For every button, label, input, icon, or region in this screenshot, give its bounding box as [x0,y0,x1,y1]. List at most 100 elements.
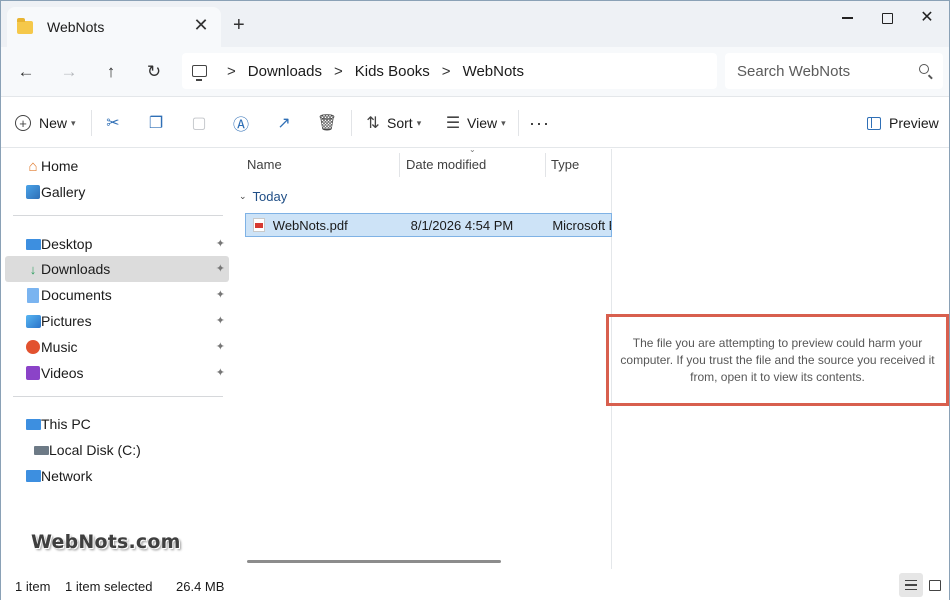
chevron-down-icon: ▾ [501,117,506,128]
rename-icon: Ⓐ [232,117,249,134]
pin-icon[interactable]: ✦ [216,237,225,250]
pin-icon[interactable]: ✦ [216,340,225,353]
chevron-down-icon: ▾ [416,117,422,128]
chevron-right-icon[interactable]: > [442,63,451,80]
new-button[interactable]: + New ▾ [15,111,76,135]
breadcrumb-webnots[interactable]: WebNots [463,63,524,80]
downloads-icon: ↓ [29,261,37,277]
group-label: Today [252,189,288,204]
column-header-label: Date modified [406,156,487,172]
documents-icon [25,287,41,303]
pin-icon[interactable]: ✦ [216,288,225,301]
horizontal-scrollbar[interactable] [247,560,501,563]
minimize-icon [841,17,853,19]
view-list-icon: ☰ [445,115,461,132]
sidebar-item-label: This PC [41,416,91,432]
more-options-button[interactable]: ··· [529,111,550,135]
share-icon: ↗ [277,115,291,132]
sidebar-item-label: Desktop [41,236,93,252]
column-divider[interactable] [545,153,546,177]
sort-label: Sort [387,115,413,131]
sidebar-item-documents[interactable]: Documents ✦ [5,282,229,308]
rename-button[interactable]: Ⓐ [231,111,251,135]
file-explorer-window: WebNots ✕ + ✕ ← → ↑ ↻ > Downloads > Kids… [0,0,950,600]
close-button[interactable]: ✕ [907,5,947,31]
more-icon: ··· [529,112,550,133]
delete-button[interactable]: 🗑 [317,111,337,135]
table-row[interactable]: WebNots.pdf 8/1/2026 4:54 PM Microsoft E… [245,213,612,237]
this-pc-icon [25,416,41,432]
details-view-button[interactable] [899,573,923,597]
sidebar-item-label: Videos [41,365,84,381]
view-button[interactable]: ☰ View ▾ [443,111,506,135]
search-icon[interactable] [919,64,929,74]
copy-icon: ❐ [148,115,164,132]
maximize-icon [881,12,893,24]
column-header-name[interactable]: Name [247,149,397,179]
sort-icon: ⇅ [366,115,380,132]
file-name: WebNots.pdf [272,217,348,233]
sidebar-item-pictures[interactable]: Pictures ✦ [5,308,229,334]
sort-button[interactable]: ⇅ Sort ▾ [363,111,421,135]
chevron-down-icon: ⌄ [239,191,247,201]
pin-icon[interactable]: ✦ [216,314,225,327]
breadcrumb-kids-books[interactable]: Kids Books [355,63,430,80]
breadcrumb-downloads[interactable]: Downloads [248,63,322,80]
pin-icon[interactable]: ✦ [216,366,225,379]
sidebar-item-local-disk[interactable]: Local Disk (C:) [5,437,229,463]
chevron-down-icon: ▾ [71,117,76,128]
minimize-button[interactable] [827,5,867,31]
sidebar-item-label: Pictures [41,313,92,329]
view-label: View [467,115,498,131]
sidebar-item-videos[interactable]: Videos ✦ [5,360,229,386]
gallery-icon [25,184,41,200]
back-button[interactable]: ← [13,59,39,85]
preview-warning-highlight: The file you are attempting to preview c… [606,314,949,406]
selection-count: 1 item selected [65,579,153,594]
pictures-icon [25,313,41,329]
refresh-button[interactable]: ↻ [141,59,167,85]
chevron-right-icon[interactable]: > [334,63,343,80]
navigation-bar: ← → ↑ ↻ > Downloads > Kids Books > WebNo… [1,47,949,97]
tab-close-icon[interactable]: ✕ [191,15,211,35]
videos-icon [25,365,41,381]
sidebar-item-home[interactable]: ⌂ Home [5,153,229,179]
pin-icon[interactable]: ✦ [216,262,225,275]
chevron-right-icon[interactable]: > [227,63,236,80]
home-icon: ⌂ [28,157,38,175]
maximize-button[interactable] [867,5,907,31]
divider [518,110,519,136]
cut-button[interactable]: ✂ [103,111,123,135]
sidebar-item-downloads[interactable]: ↓ Downloads ✦ [5,256,229,282]
group-header-today[interactable]: ⌄ Today [239,189,287,204]
column-header-type[interactable]: Type [551,149,611,179]
share-button[interactable]: ↗ [274,111,294,135]
sidebar-item-this-pc[interactable]: This PC [5,411,229,437]
tab-webnots[interactable]: WebNots ✕ [7,7,221,47]
column-header-date-modified[interactable]: Date modified [406,149,546,179]
pdf-file-icon [253,218,265,232]
up-button[interactable]: ↑ [98,59,124,85]
search-box[interactable] [725,53,943,89]
plus-circle-icon: + [15,115,31,131]
sidebar-item-music[interactable]: Music ✦ [5,334,229,360]
column-divider[interactable] [399,153,400,177]
sidebar-item-network[interactable]: Network [5,463,229,489]
tiles-view-button[interactable] [923,573,947,597]
paste-icon: ▢ [191,115,207,132]
forward-button[interactable]: → [56,59,82,85]
preview-pane-button[interactable]: Preview [867,111,939,135]
this-pc-icon [192,65,207,81]
preview-label: Preview [889,115,939,131]
file-list: Name ⌄ Date modified Type ⌄ Today WebNot… [233,145,612,569]
close-icon: ✕ [920,9,934,26]
paste-button[interactable]: ▢ [189,111,209,135]
search-input[interactable] [737,62,907,80]
new-tab-button[interactable]: + [233,15,245,35]
address-bar[interactable]: > Downloads > Kids Books > WebNots [182,53,717,89]
sidebar-item-gallery[interactable]: Gallery [5,179,229,205]
divider [13,215,223,216]
sidebar-item-desktop[interactable]: Desktop ✦ [5,231,229,257]
copy-button[interactable]: ❐ [146,111,166,135]
network-icon [25,468,41,484]
